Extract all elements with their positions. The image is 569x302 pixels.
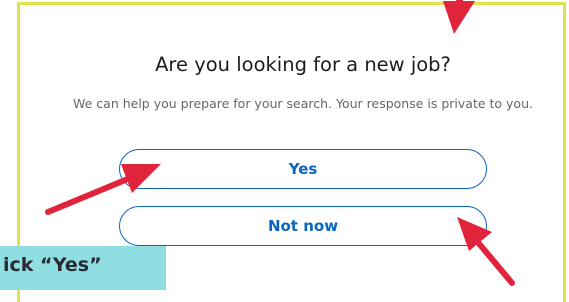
arrow-to-not-now <box>457 217 515 286</box>
arrow-to-yes <box>45 164 161 215</box>
arrow-top <box>443 0 475 34</box>
annotation-arrows <box>45 0 515 286</box>
